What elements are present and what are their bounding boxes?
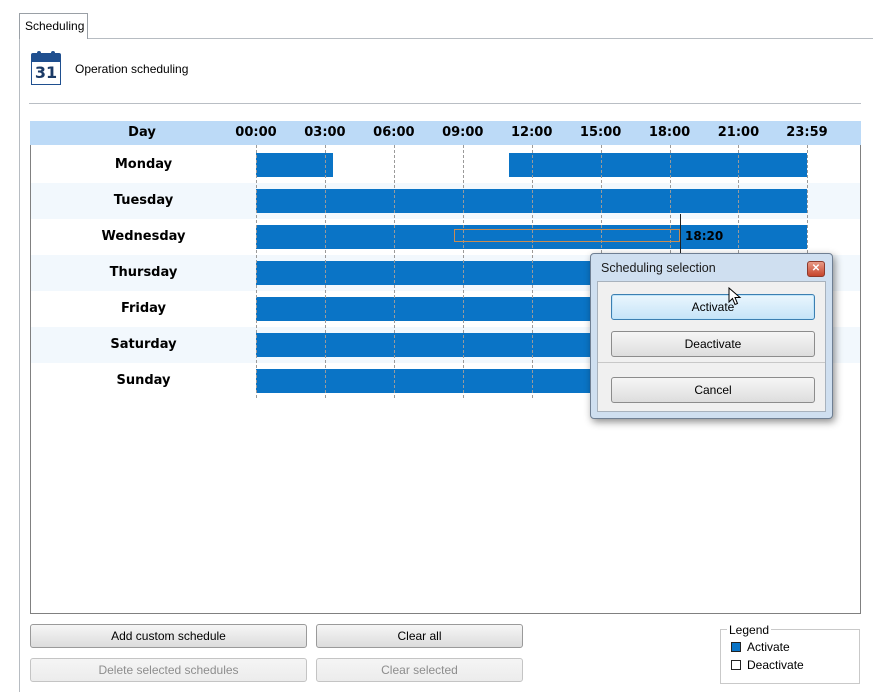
calendar-icon-top [31, 53, 61, 61]
close-icon[interactable]: ✕ [807, 261, 825, 277]
legend [720, 629, 860, 684]
time-column-header: 09:00 [442, 125, 484, 140]
panel-left-border [19, 39, 20, 692]
grid-line [394, 145, 395, 398]
time-column-header: 00:00 [235, 125, 277, 140]
grid-line [463, 145, 464, 398]
tab-strip-border [88, 38, 873, 39]
mouse-pointer-icon [728, 287, 742, 306]
time-column-header: 06:00 [373, 125, 415, 140]
calendar-icon-number: 31 [31, 61, 61, 85]
clear-all-button[interactable]: Clear all [316, 624, 523, 648]
add-custom-schedule-button[interactable]: Add custom schedule [30, 624, 307, 648]
legend-deactivate-label: Deactivate [747, 658, 804, 672]
time-column-header: 18:00 [648, 125, 691, 140]
time-column-header: 15:00 [579, 125, 622, 140]
clear-selected-button[interactable]: Clear selected [316, 658, 523, 682]
calendar-icon-ring [51, 51, 55, 57]
legend-activate-label: Activate [747, 640, 790, 654]
day-label-tuesday: Tuesday [113, 193, 174, 208]
grid-line [256, 145, 257, 398]
calendar-icon-ring [37, 51, 41, 57]
legend-deactivate-swatch [731, 660, 741, 670]
schedule-bar-monday[interactable] [256, 153, 333, 177]
dialog-body: Activate Deactivate Cancel [597, 281, 826, 412]
cancel-button[interactable]: Cancel [611, 377, 815, 403]
day-label-monday: Monday [114, 157, 173, 172]
scheduling-selection-dialog: Scheduling selection ✕ Activate Deactiva… [590, 253, 833, 419]
day-label-thursday: Thursday [109, 265, 178, 280]
delete-selected-schedules-button[interactable]: Delete selected schedules [30, 658, 307, 682]
day-label-friday: Friday [120, 301, 167, 316]
tab-scheduling[interactable]: Scheduling [19, 13, 88, 39]
dialog-separator [598, 362, 825, 363]
time-column-header: 21:00 [717, 125, 760, 140]
calendar-icon: 31 [31, 51, 61, 85]
grid-line [325, 145, 326, 398]
schedule-bar-monday[interactable] [508, 153, 807, 177]
cursor-time-label: 18:20 [685, 229, 724, 243]
page-title: Operation scheduling [75, 62, 189, 76]
day-label-sunday: Sunday [116, 373, 171, 388]
grid-line [532, 145, 533, 398]
day-label-saturday: Saturday [110, 337, 177, 352]
time-cursor-line [680, 214, 681, 258]
header-separator [29, 103, 861, 104]
day-label-wednesday: Wednesday [101, 229, 186, 244]
time-column-header: 03:00 [304, 125, 346, 140]
activate-button[interactable]: Activate [611, 294, 815, 320]
selection-rectangle [454, 229, 680, 242]
day-column-header: Day [128, 125, 156, 140]
deactivate-button[interactable]: Deactivate [611, 331, 815, 357]
legend-title: Legend [727, 623, 772, 637]
time-column-header: 12:00 [510, 125, 553, 140]
time-column-header: 23:59 [786, 125, 828, 140]
dialog-title: Scheduling selection [601, 261, 716, 275]
legend-activate-swatch [731, 642, 741, 652]
